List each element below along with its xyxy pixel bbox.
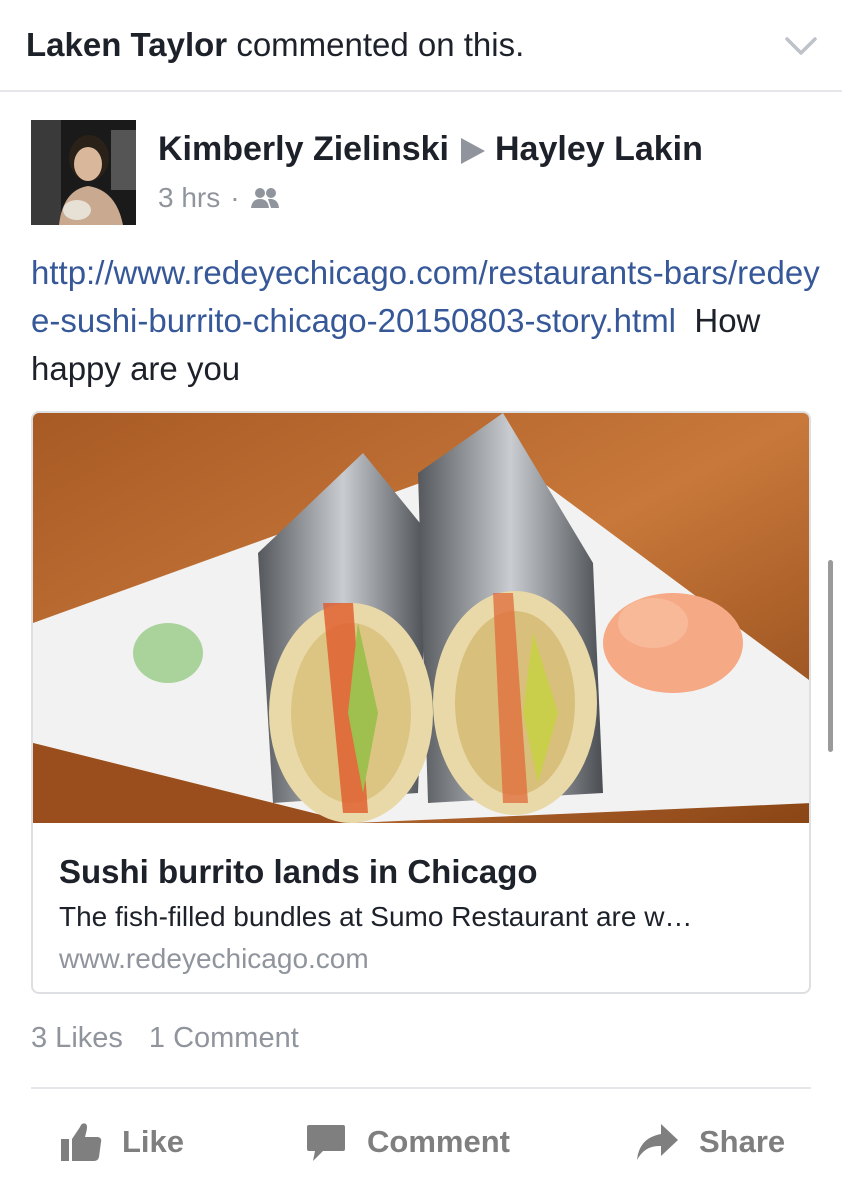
activity-actor[interactable]: Laken Taylor <box>26 26 227 63</box>
like-label: Like <box>122 1124 185 1159</box>
separator-dot: · <box>230 182 240 213</box>
comment-label: Comment <box>367 1124 510 1159</box>
friends-icon <box>250 188 279 208</box>
activity-action: commented on this. <box>236 26 525 63</box>
post-meta: 3 hrs · <box>158 182 280 214</box>
author-name[interactable]: Kimberly Zielinski <box>158 130 449 168</box>
link-description: The fish-filled bundles at Sumo Restaura… <box>59 901 693 932</box>
likes-count[interactable]: 3 Likes <box>31 1022 123 1054</box>
like-button[interactable]: Like <box>60 1112 184 1172</box>
link-domain: www.redeyechicago.com <box>59 943 369 974</box>
reaction-counts: 3 Likes 1 Comment <box>31 1022 299 1055</box>
comment-button[interactable]: Comment <box>305 1112 510 1172</box>
sushi-burrito-photo <box>33 413 809 823</box>
author-avatar[interactable] <box>31 120 136 225</box>
target-name[interactable]: Hayley Lakin <box>495 130 703 168</box>
thumbs-up-icon <box>61 1123 102 1161</box>
link-preview-card[interactable]: Sushi burrito lands in Chicago The fish-… <box>31 411 811 994</box>
post-message: http://www.redeyechicago.com/restaurants… <box>31 249 821 393</box>
comment-icon <box>307 1125 345 1161</box>
post-header: Kimberly Zielinski Hayley Lakin <box>158 130 703 169</box>
link-title[interactable]: Sushi burrito lands in Chicago <box>59 853 538 891</box>
divider <box>31 1087 811 1089</box>
arrow-right-icon <box>461 138 485 165</box>
share-label: Share <box>699 1124 786 1159</box>
activity-header: Laken Taylor commented on this. <box>0 0 842 92</box>
share-button[interactable]: Share <box>635 1112 785 1172</box>
scrollbar[interactable] <box>828 560 833 752</box>
activity-text: Laken Taylor commented on this. <box>26 26 524 64</box>
chevron-down-icon[interactable] <box>784 34 818 58</box>
post-time[interactable]: 3 hrs <box>158 182 220 214</box>
comments-count[interactable]: 1 Comment <box>149 1022 299 1054</box>
share-icon <box>637 1124 678 1160</box>
